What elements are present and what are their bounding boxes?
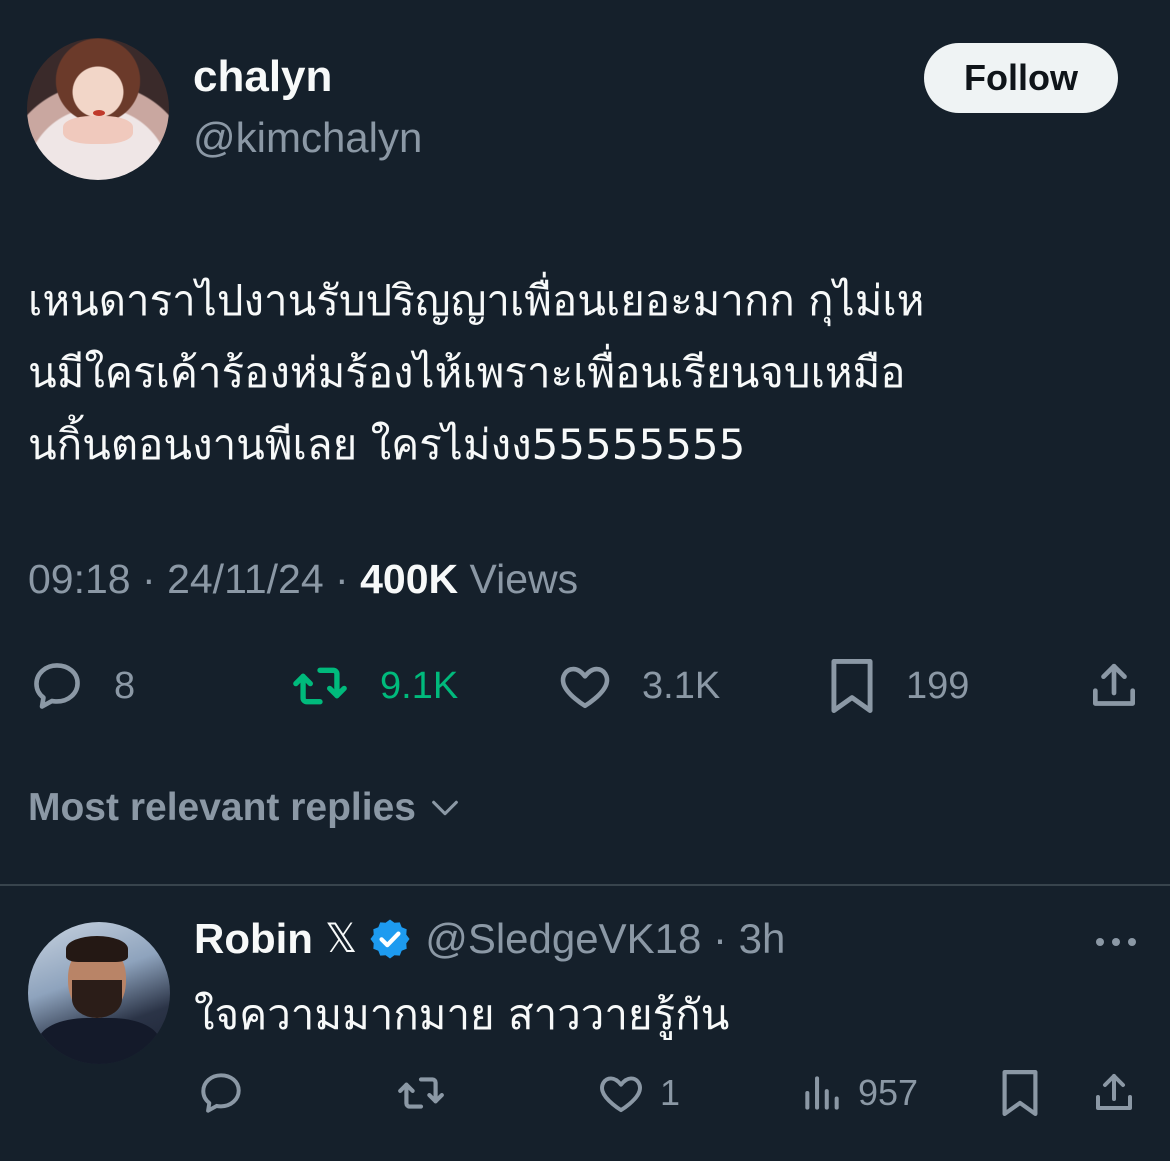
tweet-text-line: นมีใครเค้าร้องห่มร้องไห้เพราะเพื่อนเรียน…	[28, 348, 906, 397]
x-logo-icon: 𝕏	[324, 916, 358, 962]
share-button[interactable]	[1086, 650, 1142, 722]
avatar-detail	[38, 1018, 160, 1064]
retweet-button[interactable]: 9.1K	[288, 650, 458, 722]
bookmark-button[interactable]: 199	[826, 650, 969, 722]
avatar-detail	[63, 116, 133, 144]
reply-share-button[interactable]	[1090, 1066, 1138, 1120]
tweet-meta: 09:18 · 24/11/24 · 400K Views	[28, 556, 578, 603]
analytics-icon	[805, 1076, 839, 1110]
share-icon	[1096, 1074, 1132, 1110]
verified-badge-icon	[370, 919, 410, 959]
reply-text: ใจความมากมาย สาววายรู้กัน	[194, 990, 730, 1039]
like-count: 3.1K	[642, 664, 721, 707]
reply-like-button[interactable]: 1	[596, 1066, 680, 1120]
reply-reply-button[interactable]	[196, 1066, 246, 1120]
reply-views-count: 957	[858, 1072, 919, 1113]
reply-count: 8	[114, 664, 136, 707]
reply-action-bar: 1 957	[0, 1066, 1170, 1120]
tweet-date[interactable]: 24/11/24	[167, 556, 324, 602]
author-avatar[interactable]	[27, 38, 169, 180]
divider	[0, 884, 1170, 886]
bookmark-icon	[1002, 1070, 1038, 1116]
tweet-action-bar: 8 9.1K 3.1K 199	[0, 650, 1170, 722]
meta-separator: ·	[142, 556, 156, 602]
follow-button[interactable]: Follow	[924, 43, 1118, 113]
avatar-detail	[66, 936, 128, 962]
tweet-time[interactable]: 09:18	[28, 556, 131, 602]
reply-retweet-button[interactable]	[394, 1066, 448, 1120]
reply-avatar[interactable]	[28, 922, 170, 1064]
reply-author-name[interactable]: Robin	[194, 915, 313, 963]
tweet-text-line: นกิ้นตอนงานพีเลย ใครไม่งง55555555	[28, 420, 746, 469]
avatar-detail	[72, 980, 122, 1018]
reply-bookmark-button[interactable]	[998, 1066, 1042, 1120]
bookmark-icon	[831, 659, 873, 713]
views-label: Views	[469, 556, 579, 602]
share-icon	[1093, 663, 1135, 706]
reply-icon	[201, 1073, 241, 1113]
reply-header: Robin 𝕏 @SledgeVK18 · 3h	[194, 915, 785, 963]
heart-icon	[600, 1076, 642, 1113]
tweet-text-line: เหนดาราไปงานรับปริญญาเพื่อนเยอะมากก กุไม…	[28, 276, 925, 325]
reply-like-count: 1	[660, 1072, 681, 1113]
tweet-text: เหนดาราไปงานรับปริญญาเพื่อนเยอะมากก กุไม…	[28, 265, 1138, 481]
reply-sort-label: Most relevant replies	[28, 786, 416, 829]
views-count: 400K	[360, 556, 459, 602]
meta-separator: ·	[335, 556, 349, 602]
chevron-down-icon	[432, 800, 458, 816]
bookmark-count: 199	[906, 664, 970, 707]
reply-button[interactable]: 8	[28, 650, 135, 722]
reply-author-handle[interactable]: @SledgeVK18 · 3h	[425, 915, 785, 963]
reply-sort-dropdown[interactable]: Most relevant replies	[28, 786, 462, 830]
reply-views-button[interactable]: 957	[800, 1066, 918, 1120]
author-handle[interactable]: @kimchalyn	[193, 114, 422, 162]
author-name[interactable]: chalyn	[193, 52, 332, 102]
more-options-icon[interactable]	[1094, 930, 1138, 954]
like-button[interactable]: 3.1K	[556, 650, 720, 722]
avatar-detail	[93, 110, 105, 116]
retweet-icon	[293, 667, 347, 705]
reply-icon	[34, 663, 80, 709]
retweet-icon	[398, 1077, 444, 1109]
retweet-count: 9.1K	[380, 664, 459, 707]
heart-icon	[560, 666, 610, 709]
